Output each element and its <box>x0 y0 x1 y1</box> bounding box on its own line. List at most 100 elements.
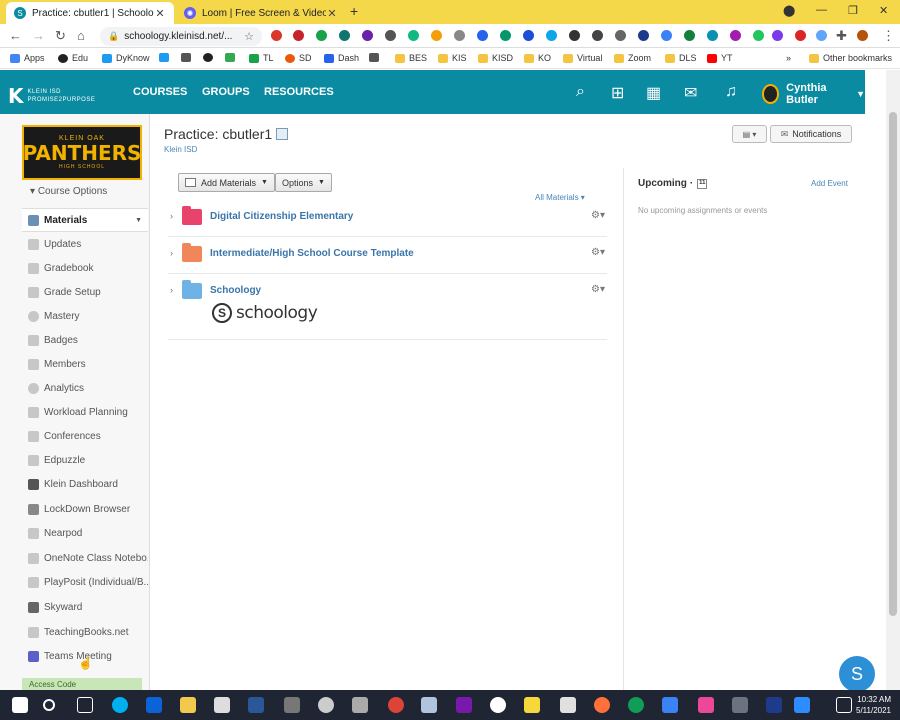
notifications-button[interactable]: ✉ Notifications <box>770 125 852 143</box>
firefox-icon[interactable] <box>594 697 610 713</box>
more-bookmarks-button[interactable]: » <box>786 53 791 63</box>
close-window-icon[interactable]: ✕ <box>879 4 888 17</box>
reload-icon[interactable]: ↻ <box>55 28 66 44</box>
calendar-icon[interactable]: ▦ <box>646 83 661 103</box>
calendar-icon[interactable]: 11 <box>697 178 708 189</box>
restore-icon[interactable]: ❐ <box>848 4 858 17</box>
music-icon[interactable] <box>560 697 576 713</box>
expand-arrow-icon[interactable]: › <box>170 248 173 258</box>
extension-icon[interactable] <box>730 30 741 41</box>
app-icon[interactable] <box>490 697 506 713</box>
sidebar-item-updates[interactable]: Updates <box>22 232 148 256</box>
bookmark-item[interactable]: Edu <box>58 53 88 63</box>
sidebar-item-conferences[interactable]: Conferences <box>22 424 148 448</box>
scrollbar-thumb[interactable] <box>889 112 897 616</box>
bookmark-item[interactable] <box>225 53 239 62</box>
sticky-notes-icon[interactable] <box>524 697 540 713</box>
bookmark-item[interactable]: Dash <box>324 53 359 63</box>
sidebar-item-workload-planning[interactable]: Workload Planning <box>22 400 148 424</box>
folder-row[interactable]: › Digital Citizenship Elementary ⚙▾ <box>168 201 607 237</box>
extension-icon[interactable] <box>661 30 672 41</box>
other-bookmarks[interactable]: Other bookmarks <box>809 53 892 63</box>
tab-close-icon[interactable]: ✕ <box>326 7 338 20</box>
extension-icon[interactable] <box>271 30 282 41</box>
app-icon[interactable] <box>698 697 714 713</box>
gear-icon[interactable]: ⚙▾ <box>591 284 605 295</box>
tab-loom[interactable]: ✺ Loom | Free Screen & Video Reco ✕ <box>176 2 346 24</box>
extension-icon[interactable] <box>362 30 373 41</box>
calculator-icon[interactable] <box>284 697 300 713</box>
sidebar-item-klein-dashboard[interactable]: Klein Dashboard <box>22 472 148 496</box>
bookmark-star-icon[interactable]: ☆ <box>244 30 254 43</box>
windows-start-icon[interactable] <box>12 697 28 713</box>
search-icon[interactable] <box>43 699 55 711</box>
expand-arrow-icon[interactable]: › <box>170 211 173 221</box>
course-school-link[interactable]: Klein ISD <box>164 145 197 154</box>
onenote-icon[interactable] <box>456 697 472 713</box>
user-menu[interactable]: Cynthia Butler ▼ <box>762 82 865 106</box>
bookmark-item[interactable]: BES <box>395 53 427 63</box>
extension-icon[interactable] <box>816 30 827 41</box>
extension-icon[interactable] <box>772 30 783 41</box>
bookmark-item[interactable]: DyKnow <box>102 53 150 63</box>
skype-icon[interactable] <box>112 697 128 713</box>
folder-link[interactable]: Digital Citizenship Elementary <box>210 211 353 222</box>
folder-link[interactable]: Intermediate/High School Course Template <box>210 248 414 259</box>
sidebar-item-members[interactable]: Members <box>22 352 148 376</box>
apps-grid-icon[interactable]: ⊞ <box>611 83 624 103</box>
bookmark-item[interactable]: KO <box>524 53 551 63</box>
extension-icon[interactable] <box>795 30 806 41</box>
nav-groups[interactable]: GROUPS <box>202 86 250 98</box>
store-icon[interactable] <box>214 697 230 713</box>
view-toggle-button[interactable]: ▤ ▾ <box>732 125 767 143</box>
extension-icon[interactable] <box>500 30 511 41</box>
extension-icon[interactable] <box>293 30 304 41</box>
word-icon[interactable] <box>248 697 264 713</box>
sidebar-item-mastery[interactable]: Mastery <box>22 304 148 328</box>
search-icon[interactable]: ⌕ <box>576 83 585 101</box>
page-scrollbar[interactable] <box>886 70 900 690</box>
back-icon[interactable]: ← <box>9 28 22 43</box>
bookmark-item[interactable]: KIS <box>438 53 467 63</box>
sidebar-item-grade-setup[interactable]: Grade Setup <box>22 280 148 304</box>
help-chat-button[interactable]: S <box>839 656 875 692</box>
add-event-link[interactable]: Add Event <box>811 179 848 188</box>
extension-icon[interactable] <box>546 30 557 41</box>
messages-icon[interactable]: ✉ <box>684 83 697 103</box>
sidebar-item-badges[interactable]: Badges <box>22 328 148 352</box>
options-button[interactable]: Options ▼ <box>275 173 332 192</box>
outlook-icon[interactable] <box>146 697 162 713</box>
bookmark-item[interactable]: TL <box>249 53 274 63</box>
gear-icon[interactable]: ⚙▾ <box>591 210 605 221</box>
extension-icon[interactable] <box>638 30 649 41</box>
tab-schoology[interactable]: S Practice: cbutler1 | Schoology ✕ <box>6 2 174 24</box>
course-info-icon[interactable] <box>276 128 289 140</box>
extension-icon[interactable] <box>753 30 764 41</box>
tab-close-icon[interactable]: ✕ <box>154 7 166 20</box>
bookmark-item[interactable]: SD <box>285 53 312 63</box>
address-bar[interactable]: 🔒 schoology.kleinisd.net/... ☆ <box>100 27 262 46</box>
extension-icon[interactable] <box>615 30 626 41</box>
minimize-icon[interactable]: — <box>816 4 827 16</box>
extension-icon[interactable] <box>385 30 396 41</box>
ru-icon[interactable] <box>766 697 782 713</box>
expand-arrow-icon[interactable]: › <box>170 285 173 295</box>
extension-icon[interactable] <box>684 30 695 41</box>
bookmark-item[interactable]: Virtual <box>563 53 602 63</box>
extension-icon[interactable] <box>431 30 442 41</box>
notifications-bell-icon[interactable]: ♫ <box>725 83 737 101</box>
bookmark-item[interactable]: DLS <box>665 53 697 63</box>
zoom-icon[interactable] <box>794 697 810 713</box>
sidebar-item-analytics[interactable]: Analytics <box>22 376 148 400</box>
sidebar-item-onenote[interactable]: OneNote Class Notebo... <box>22 546 148 570</box>
nav-courses[interactable]: COURSES <box>133 86 187 98</box>
sidebar-item-skyward[interactable]: Skyward <box>22 595 148 619</box>
extension-icon[interactable] <box>339 30 350 41</box>
new-tab-button[interactable]: + <box>350 3 358 19</box>
extension-icon[interactable] <box>408 30 419 41</box>
pen-icon[interactable] <box>836 697 852 713</box>
app-icon[interactable] <box>352 697 368 713</box>
bookmark-item[interactable] <box>159 53 173 62</box>
folder-row[interactable]: › Intermediate/High School Course Templa… <box>168 238 607 274</box>
bookmark-item[interactable] <box>203 53 217 62</box>
